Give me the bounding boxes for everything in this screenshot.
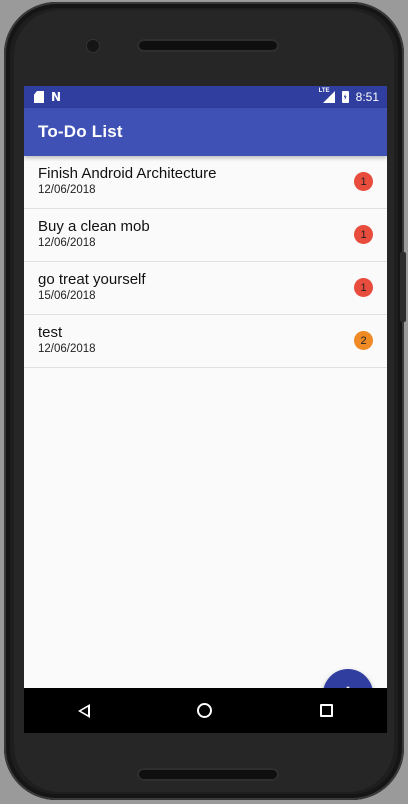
list-item[interactable]: go treat yourself 15/06/2018 1 [24,262,387,315]
task-list: Finish Android Architecture 12/06/2018 1… [24,156,387,368]
task-date: 15/06/2018 [38,290,96,302]
task-date: 12/06/2018 [38,184,96,196]
sd-card-icon [34,91,44,103]
status-left: N [34,90,61,104]
task-title: go treat yourself [38,271,146,288]
status-bar: N LTE 8:51 [24,86,387,108]
priority-badge: 1 [354,172,373,191]
priority-badge: 1 [354,278,373,297]
list-item[interactable]: Buy a clean mob 12/06/2018 1 [24,209,387,262]
home-icon[interactable] [197,703,213,718]
lte-signal-icon: LTE [319,88,335,103]
task-title: test [38,324,63,341]
top-speaker [137,39,279,52]
back-icon[interactable] [77,703,90,718]
navigation-bar [24,688,387,733]
app-bar: To-Do List [24,108,387,156]
status-clock: 8:51 [355,90,379,104]
bottom-speaker [137,768,279,781]
priority-badge: 2 [354,331,373,350]
status-right: LTE 8:51 [319,88,379,104]
list-item[interactable]: Finish Android Architecture 12/06/2018 1 [24,156,387,209]
battery-charging-icon [341,91,349,103]
screen: N LTE 8:51 To-Do List Finish Android Arc… [24,86,387,733]
page-title: To-Do List [38,122,123,141]
front-camera [87,40,99,52]
task-date: 12/06/2018 [38,237,96,249]
task-date: 12/06/2018 [38,343,96,355]
priority-badge: 1 [354,225,373,244]
list-item[interactable]: test 12/06/2018 2 [24,315,387,368]
side-button [400,252,406,322]
recents-icon[interactable] [320,704,334,717]
task-title: Buy a clean mob [38,218,150,235]
task-title: Finish Android Architecture [38,165,217,182]
n-notification-icon: N [51,90,62,104]
